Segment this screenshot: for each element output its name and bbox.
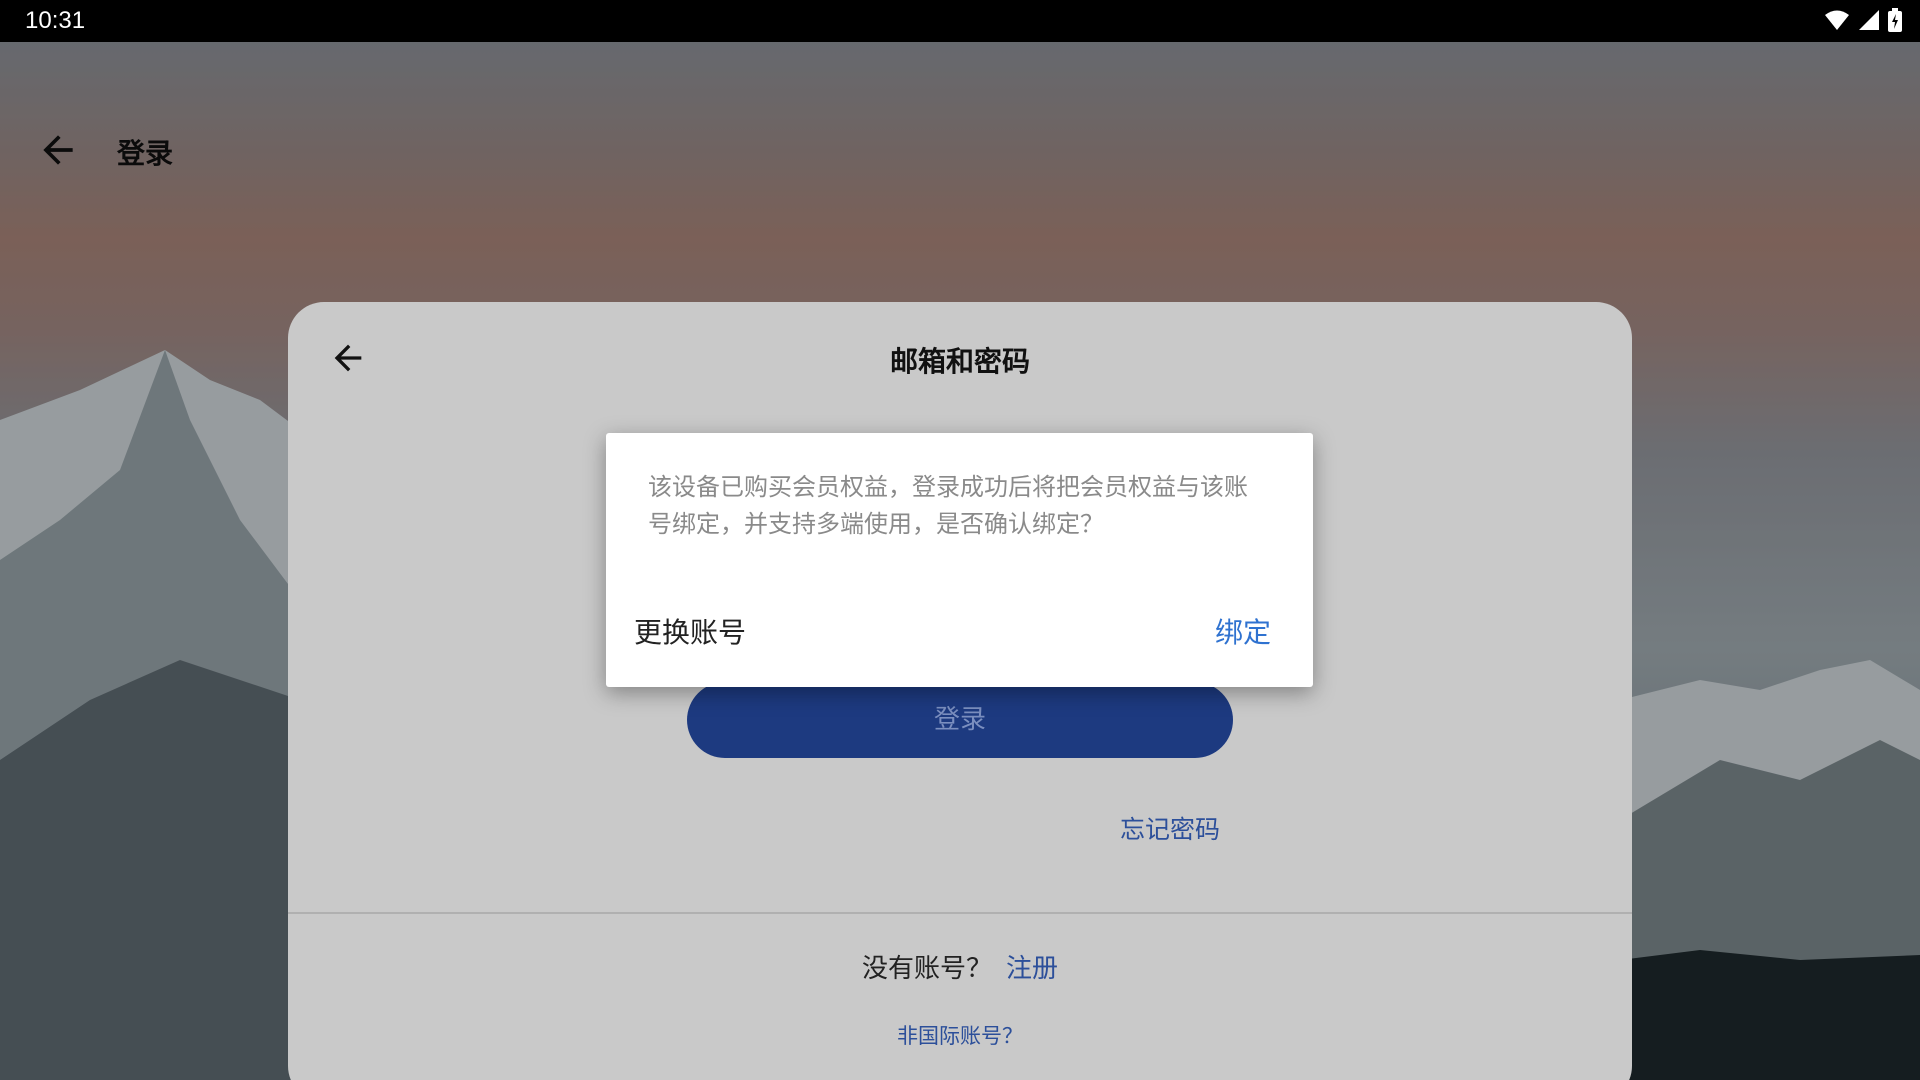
signup-row: 没有账号？ 注册 (288, 948, 1632, 985)
bind-membership-dialog: 该设备已购买会员权益，登录成功后将把会员权益与该账号绑定，并支持多端使用，是否确… (606, 433, 1313, 687)
switch-account-button[interactable]: 更换账号 (634, 611, 746, 651)
forgot-password-link[interactable]: 忘记密码 (1120, 810, 1220, 846)
no-account-text: 没有账号？ (861, 954, 992, 984)
bind-button[interactable]: 绑定 (1215, 611, 1271, 651)
non-international-account-link[interactable]: 非国际账号？ (288, 1020, 1632, 1050)
wifi-icon (1825, 10, 1849, 30)
login-screen: 登录 邮箱和密码 登录 忘记密码 没有账号？ 注册 非国际账号？ 该设备已购买会员… (0, 0, 1920, 1080)
signal-icon (1859, 10, 1879, 30)
status-bar: 10:31 (0, 0, 1920, 42)
login-card: 邮箱和密码 登录 忘记密码 没有账号？ 注册 非国际账号？ (288, 302, 1632, 1080)
battery-icon (1888, 8, 1902, 32)
status-icons (1824, 8, 1902, 32)
card-title: 邮箱和密码 (889, 345, 1030, 378)
card-divider (288, 912, 1632, 914)
signup-link[interactable]: 注册 (1006, 954, 1058, 984)
dialog-message: 该设备已购买会员权益，登录成功后将把会员权益与该账号绑定，并支持多端使用，是否确… (648, 473, 1248, 538)
login-button[interactable]: 登录 (687, 682, 1233, 758)
status-time: 10:31 (25, 7, 86, 34)
